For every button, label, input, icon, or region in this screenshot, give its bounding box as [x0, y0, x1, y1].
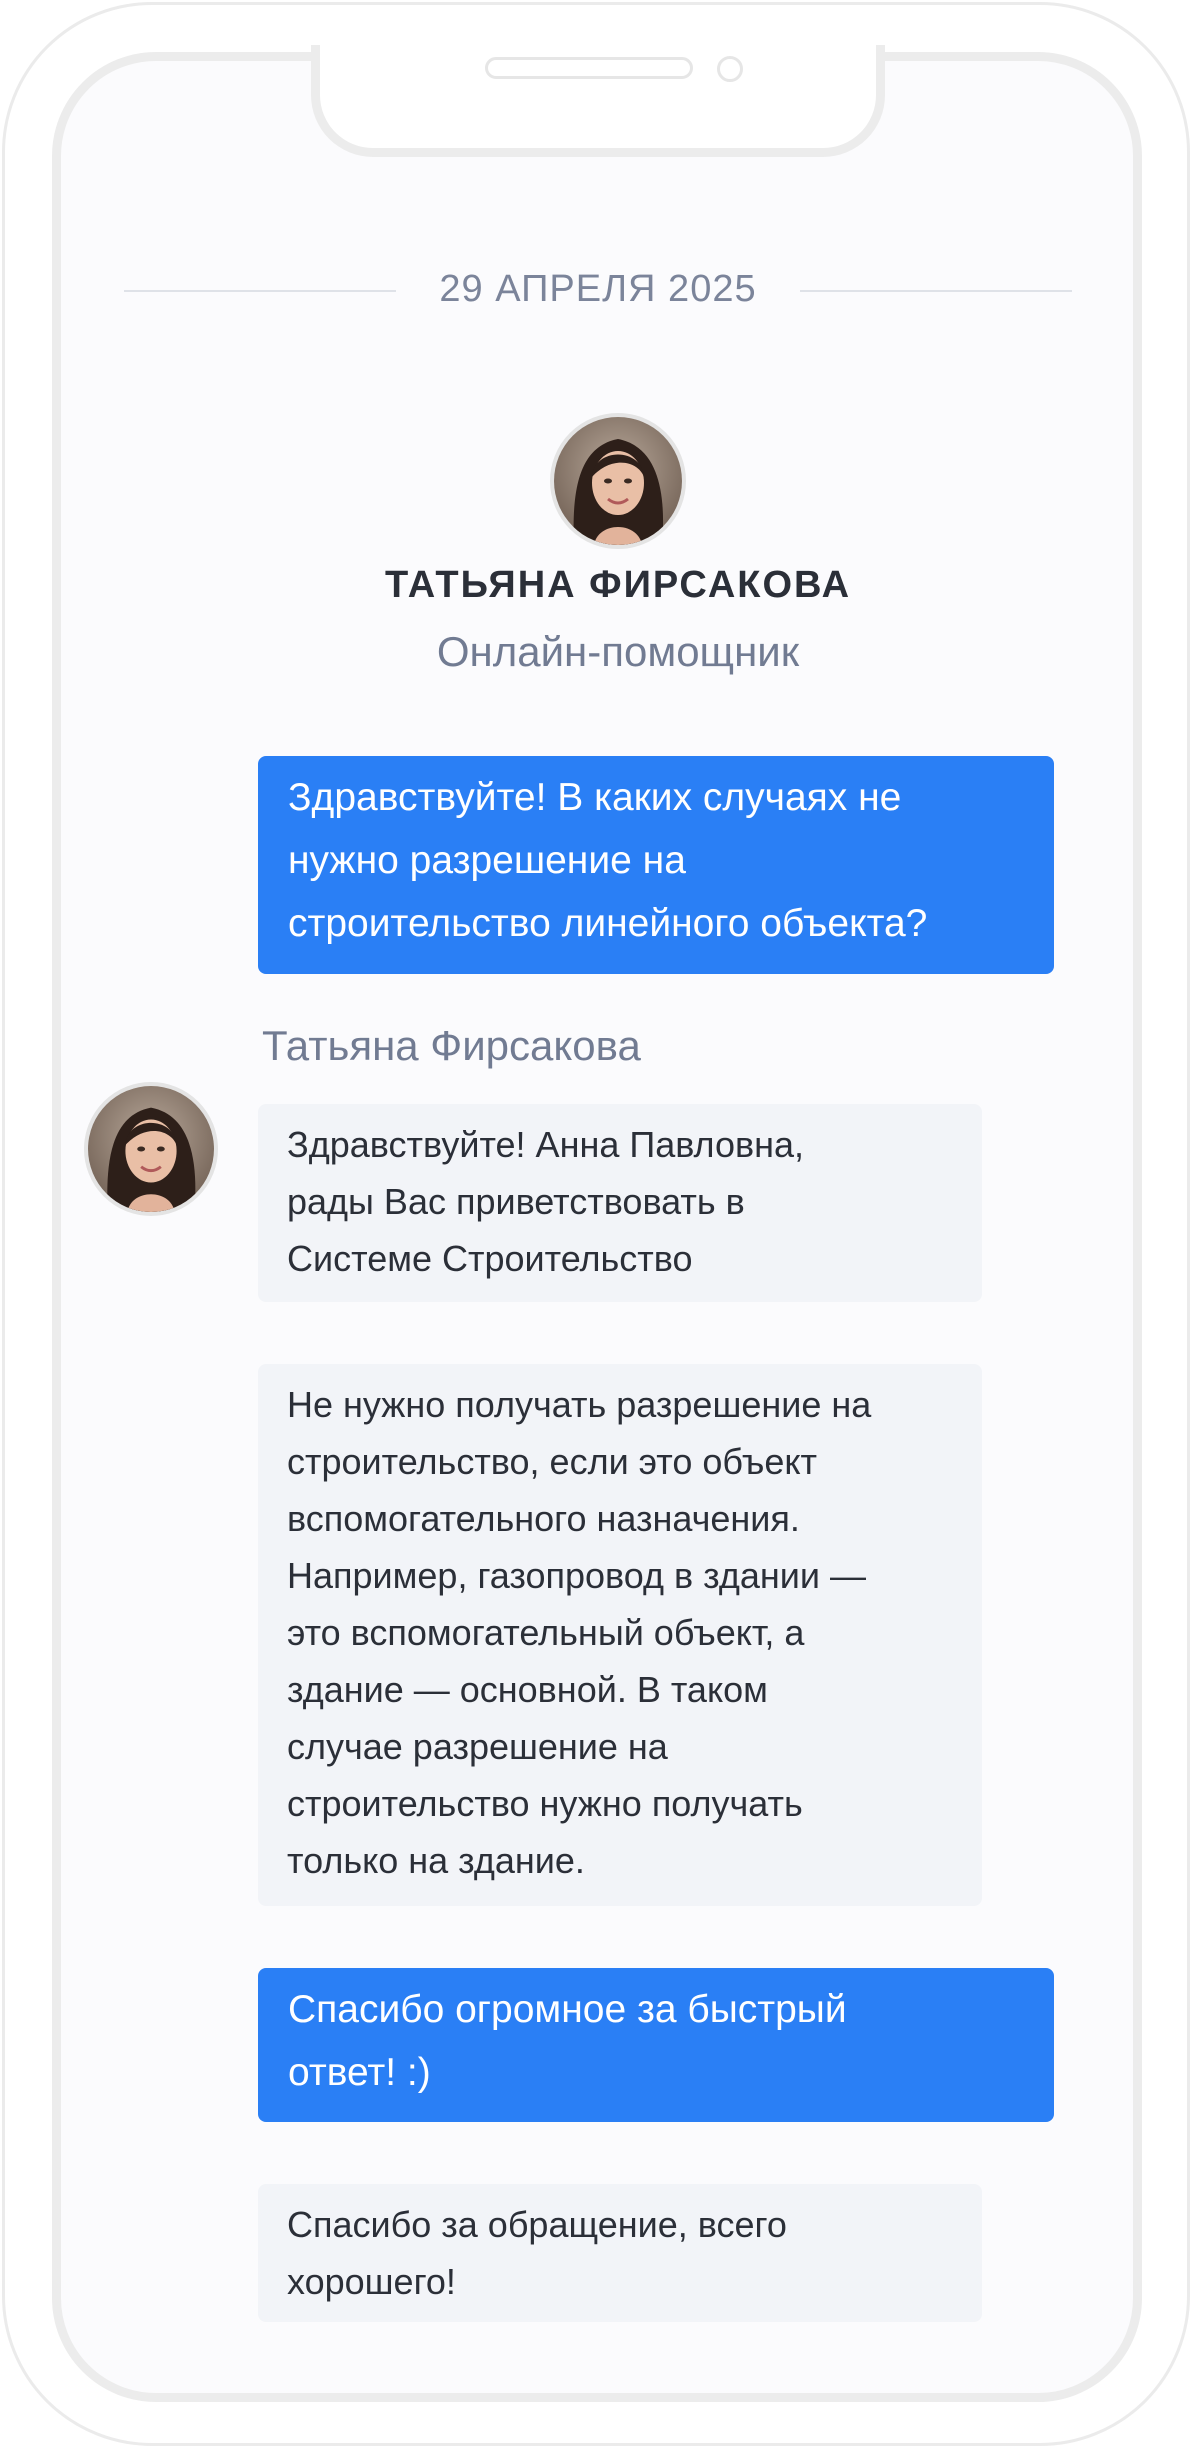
date-divider-right [800, 290, 1072, 292]
message-agent: Спасибо за обращение, всего хорошего! [258, 2184, 982, 2322]
message-user: Здравствуйте! В каких случаях не нужно р… [258, 756, 1054, 974]
agent-name: ТАТЬЯНА ФИРСАКОВА [384, 564, 852, 606]
speaker-slot [485, 57, 693, 79]
sender-name: Татьяна Фирсакова [262, 1022, 641, 1069]
message-agent: Здравствуйте! Анна Павловна, рады Вас пр… [258, 1104, 982, 1302]
message-agent: Не нужно получать разрешение на строител… [258, 1364, 982, 1906]
chat-date: 29 АПРЕЛЯ 2025 [439, 268, 757, 310]
agent-role: Онлайн-помощник [436, 628, 800, 675]
date-divider-left [124, 290, 396, 292]
avatar-icon [88, 1086, 214, 1212]
agent-avatar [550, 413, 686, 549]
sender-avatar [84, 1082, 218, 1216]
message-user: Спасибо огромное за быстрый ответ! :) [258, 1968, 1054, 2122]
camera-dot [717, 56, 743, 82]
avatar-icon [554, 417, 682, 545]
